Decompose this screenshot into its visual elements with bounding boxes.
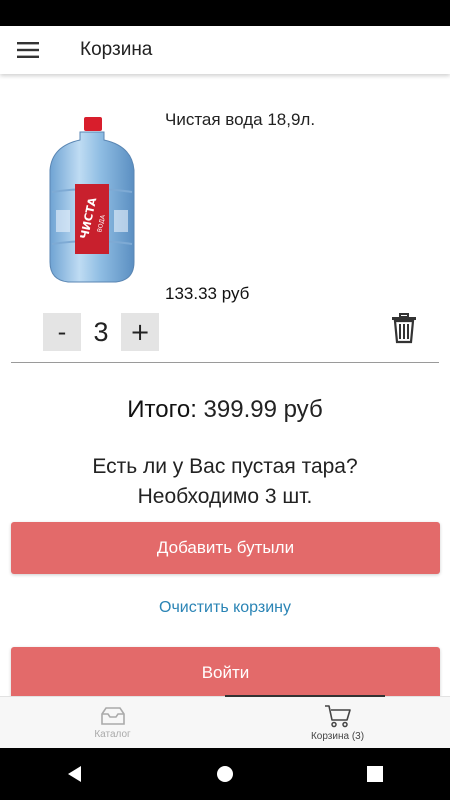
cart-content: ЧИСТА ВОДА Чистая вода 18,9л. 133.33 руб… [0, 74, 450, 696]
divider [11, 362, 439, 363]
hamburger-menu-icon [17, 42, 39, 58]
nav-item-cart[interactable]: Корзина (3) [225, 695, 450, 748]
delete-item-button[interactable] [388, 312, 420, 344]
add-bottles-button[interactable]: Добавить бутыли [11, 522, 440, 574]
menu-button[interactable] [0, 26, 56, 74]
active-tab-indicator [225, 695, 385, 697]
system-navigation-bar [0, 748, 450, 800]
empty-containers-question: Есть ли у Вас пустая тара? Необходимо 3 … [0, 452, 450, 512]
cart-icon [324, 704, 351, 727]
nav-label-cart: Корзина (3) [310, 730, 365, 742]
login-button[interactable]: Войти [11, 647, 440, 696]
back-button[interactable] [45, 748, 105, 800]
quantity-decrease-button[interactable]: - [43, 313, 81, 351]
trash-icon [392, 313, 416, 344]
recents-button[interactable] [345, 748, 405, 800]
total-label: Итого: [127, 396, 197, 423]
water-bottle-image: ЧИСТА ВОДА [49, 117, 135, 283]
nav-label-catalog: Каталог [94, 728, 131, 740]
app-bar: Корзина [0, 26, 450, 74]
product-name: Чистая вода 18,9л. [165, 110, 316, 129]
status-bar [0, 0, 450, 26]
product-price: 133.33 руб [165, 284, 250, 303]
home-circle-icon [217, 766, 233, 782]
page-title: Корзина [80, 39, 153, 60]
quantity-increase-button[interactable]: + [121, 313, 159, 351]
cart-total: Итого: 399.99 руб [0, 396, 450, 424]
catalog-icon [100, 706, 125, 725]
bottom-navigation: Каталог Корзина (3) [0, 695, 450, 748]
empty-question-line1: Есть ли у Вас пустая тара? [92, 455, 358, 478]
clear-cart-link[interactable]: Очистить корзину [0, 599, 450, 617]
empty-question-line2: Необходимо 3 шт. [137, 485, 313, 508]
total-value: 399.99 руб [203, 396, 323, 423]
home-button[interactable] [195, 748, 255, 800]
nav-item-catalog[interactable]: Каталог [0, 697, 225, 748]
recents-square-icon [367, 766, 383, 782]
quantity-value: 3 [93, 316, 109, 347]
back-triangle-icon [68, 766, 81, 782]
